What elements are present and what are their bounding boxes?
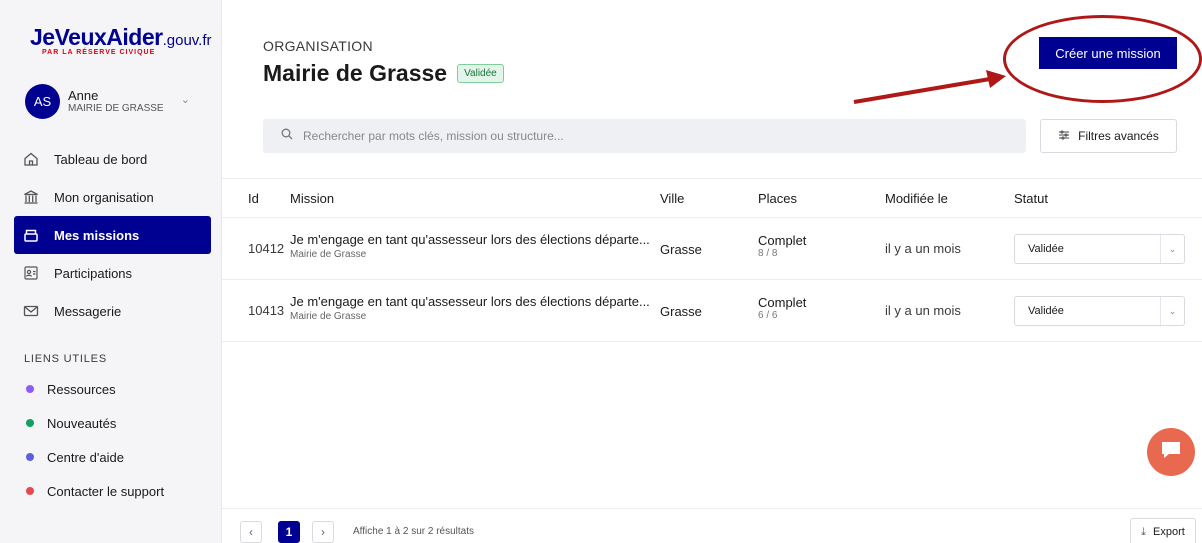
link-label: Contacter le support <box>47 483 165 499</box>
sidebar-item-messagerie[interactable]: Messagerie <box>14 292 211 330</box>
mission-id: 10413 <box>248 303 285 318</box>
mission-cell[interactable]: Je m'engage en tant qu'assesseur lors de… <box>290 294 650 322</box>
link-label: Nouveautés <box>47 415 117 431</box>
mission-modified: il y a un mois <box>885 241 961 256</box>
filters-label: Filtres avancés <box>1078 129 1159 143</box>
places-status: Complet <box>758 233 807 248</box>
chevron-down-icon: ⌄ <box>1160 297 1184 325</box>
dot-icon <box>26 453 34 461</box>
mission-structure: Mairie de Grasse <box>290 249 367 260</box>
annotation-arrow <box>853 70 1006 104</box>
link-contacter-support[interactable]: Contacter le support <box>24 474 164 508</box>
filter-icon <box>1058 129 1070 143</box>
chat-icon <box>1160 440 1182 465</box>
column-header-ville[interactable]: Ville <box>660 191 684 206</box>
sidebar-item-label: Mes missions <box>54 227 140 243</box>
table-row[interactable]: 10413 Je m'engage en tant qu'assesseur l… <box>222 280 1202 342</box>
status-select[interactable]: Validée ⌄ <box>1014 234 1185 264</box>
status-select[interactable]: Validée ⌄ <box>1014 296 1185 326</box>
pagination-next-button[interactable]: › <box>312 521 334 543</box>
pagination-page-1[interactable]: 1 <box>278 521 300 543</box>
search-bar[interactable]: Rechercher par mots clés, mission ou str… <box>263 119 1026 153</box>
mission-modified: il y a un mois <box>885 303 961 318</box>
places-count: 8 / 8 <box>758 248 778 259</box>
places-status: Complet <box>758 295 807 310</box>
sidebar-item-tableau-de-bord[interactable]: Tableau de bord <box>14 140 211 178</box>
dot-icon <box>26 385 34 393</box>
link-ressources[interactable]: Ressources <box>24 372 164 406</box>
page-title-wrap: Mairie de Grasse Validée <box>263 60 504 87</box>
search-input[interactable]: Rechercher par mots clés, mission ou str… <box>303 129 564 143</box>
avatar: AS <box>25 83 60 119</box>
mission-cell[interactable]: Je m'engage en tant qu'assesseur lors de… <box>290 232 650 260</box>
building-icon <box>22 189 40 205</box>
mission-structure: Mairie de Grasse <box>290 311 367 322</box>
link-label: Ressources <box>47 381 116 397</box>
link-centre-aide[interactable]: Centre d'aide <box>24 440 164 474</box>
mail-icon <box>22 303 40 319</box>
link-label: Centre d'aide <box>47 449 124 465</box>
user-organization: MAIRIE DE GRASSE <box>68 103 164 114</box>
missions-table: Id Mission Ville Places Modifiée le Stat… <box>222 178 1202 342</box>
sidebar-nav: Tableau de bord Mon organisation Mes mis… <box>14 140 211 330</box>
links-title: LIENS UTILES <box>24 353 107 365</box>
logo-suffix: .gouv.fr <box>162 32 212 49</box>
sidebar-item-participations[interactable]: Participations <box>14 254 211 292</box>
mission-title: Je m'engage en tant qu'assesseur lors de… <box>290 232 650 247</box>
dot-icon <box>26 487 34 495</box>
status-select-value: Validée <box>1028 243 1064 255</box>
mission-id: 10412 <box>248 241 285 256</box>
mission-city: Grasse <box>660 304 702 319</box>
table-header: Id Mission Ville Places Modifiée le Stat… <box>222 178 1202 218</box>
participations-icon <box>22 265 40 281</box>
column-header-mission[interactable]: Mission <box>290 191 334 206</box>
export-button[interactable]: ⤓ Export <box>1130 518 1196 543</box>
mission-places: Complet 8 / 8 <box>758 233 806 259</box>
export-label: Export <box>1153 526 1185 538</box>
link-nouveautes[interactable]: Nouveautés <box>24 406 164 440</box>
page-title: Mairie de Grasse <box>263 60 448 86</box>
sidebar-item-label: Mon organisation <box>54 189 154 205</box>
home-icon <box>22 151 40 167</box>
sidebar-item-label: Messagerie <box>54 303 122 319</box>
chat-button[interactable] <box>1147 428 1195 476</box>
sidebar-item-mes-missions[interactable]: Mes missions <box>14 216 211 254</box>
chevron-down-icon: ⌄ <box>180 94 190 106</box>
chevron-down-icon: ⌄ <box>1160 235 1184 263</box>
pagination-info: Affiche 1 à 2 sur 2 résultats <box>353 526 474 537</box>
status-select-value: Validée <box>1028 305 1064 317</box>
table-row[interactable]: 10412 Je m'engage en tant qu'assesseur l… <box>222 218 1202 280</box>
sidebar: JeVeuxAider.gouv.fr PAR LA RÉSERVE CIVIQ… <box>0 0 222 543</box>
sidebar-item-mon-organisation[interactable]: Mon organisation <box>14 178 211 216</box>
pagination-prev-button[interactable]: ‹ <box>240 521 262 543</box>
download-icon: ⤓ <box>1141 525 1147 538</box>
column-header-modified[interactable]: Modifiée le <box>885 191 948 206</box>
missions-icon <box>22 227 40 243</box>
logo-brand: JeVeuxAider <box>30 24 163 50</box>
status-badge: Validée <box>457 64 504 83</box>
search-icon <box>281 127 293 145</box>
places-count: 6 / 6 <box>758 310 778 321</box>
useful-links: Ressources Nouveautés Centre d'aide Cont… <box>24 372 164 508</box>
advanced-filters-button[interactable]: Filtres avancés <box>1040 119 1177 153</box>
column-header-id[interactable]: Id <box>248 191 259 206</box>
mission-places: Complet 6 / 6 <box>758 295 806 321</box>
user-name: Anne <box>68 88 99 103</box>
column-header-places[interactable]: Places <box>758 191 797 206</box>
sidebar-item-label: Tableau de bord <box>54 151 148 167</box>
mission-title: Je m'engage en tant qu'assesseur lors de… <box>290 294 650 309</box>
logo[interactable]: JeVeuxAider.gouv.fr PAR LA RÉSERVE CIVIQ… <box>30 24 212 56</box>
section-label: ORGANISATION <box>263 38 373 54</box>
annotation-circle <box>1003 15 1202 103</box>
column-header-statut[interactable]: Statut <box>1014 191 1048 206</box>
sidebar-item-label: Participations <box>54 265 133 281</box>
mission-city: Grasse <box>660 242 702 257</box>
table-footer: ‹ 1 › Affiche 1 à 2 sur 2 résultats ⤓ Ex… <box>222 508 1202 543</box>
dot-icon <box>26 419 34 427</box>
user-menu[interactable]: AS Anne MAIRIE DE GRASSE ⌄ <box>10 82 202 120</box>
